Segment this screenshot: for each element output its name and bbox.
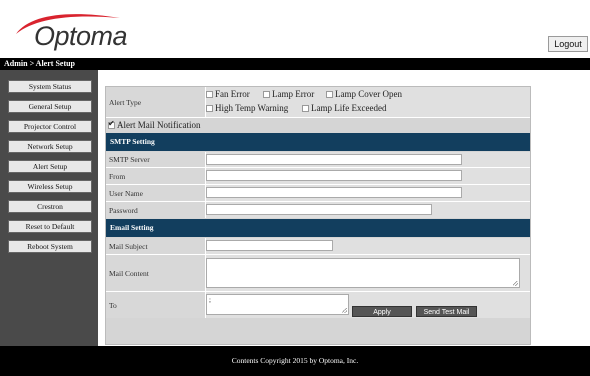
user-name-input[interactable]: [206, 187, 462, 198]
lamp-cover-open-option[interactable]: Lamp Cover Open: [326, 89, 402, 100]
mail-subject-label: Mail Subject: [106, 238, 206, 254]
header: Optoma Logout: [0, 0, 590, 58]
sidebar-item-network-setup[interactable]: Network Setup: [8, 140, 92, 153]
password-row: Password: [106, 202, 530, 218]
sidebar: System Status General Setup Projector Co…: [0, 70, 98, 346]
mail-subject-row: Mail Subject: [106, 238, 530, 254]
breadcrumb: Admin > Alert Setup: [4, 59, 76, 68]
smtp-server-input[interactable]: [206, 154, 462, 165]
smtp-setting-header: SMTP Setting: [106, 133, 530, 151]
fan-error-label: Fan Error: [215, 89, 250, 99]
user-name-label: User Name: [106, 185, 206, 201]
mail-content-label: Mail Content: [106, 255, 206, 291]
copyright-text: Contents Copyright 2015 by Optoma, Inc.: [231, 356, 359, 365]
mail-subject-input[interactable]: [206, 240, 333, 251]
send-test-mail-button[interactable]: Send Test Mail: [416, 306, 477, 317]
apply-button[interactable]: Apply: [352, 306, 412, 317]
mail-content-row: Mail Content: [106, 255, 530, 291]
logo-wordmark: Optoma: [34, 21, 128, 51]
alert-mail-notification-row: Alert Mail Notification: [106, 118, 530, 132]
password-label: Password: [106, 202, 206, 218]
alert-type-label: Alert Type: [106, 87, 206, 117]
main-content: Alert Type Fan Error Lamp Error Lamp Cov…: [98, 70, 590, 346]
logout-button[interactable]: Logout: [548, 36, 588, 52]
sidebar-item-reboot-system[interactable]: Reboot System: [8, 240, 92, 253]
fan-error-option[interactable]: Fan Error: [206, 89, 250, 100]
to-textarea[interactable]: ;: [206, 294, 349, 315]
high-temp-warning-checkbox[interactable]: [206, 104, 213, 112]
sidebar-item-system-status[interactable]: System Status: [8, 80, 92, 93]
sidebar-item-crestron[interactable]: Crestron: [8, 200, 92, 213]
smtp-server-row: SMTP Server: [106, 152, 530, 167]
footer: Contents Copyright 2015 by Optoma, Inc.: [0, 346, 590, 376]
lamp-life-exceeded-label: Lamp Life Exceeded: [311, 103, 387, 113]
sidebar-item-general-setup[interactable]: General Setup: [8, 100, 92, 113]
alert-mail-notification-option[interactable]: Alert Mail Notification: [108, 119, 201, 131]
alert-type-row: Alert Type Fan Error Lamp Error Lamp Cov…: [106, 87, 530, 117]
breadcrumb-bar: Admin > Alert Setup: [0, 58, 590, 70]
lamp-life-exceeded-checkbox[interactable]: [302, 104, 309, 112]
from-input[interactable]: [206, 170, 462, 181]
sidebar-item-alert-setup[interactable]: Alert Setup: [8, 160, 92, 173]
to-row: To ; Apply Send Test Mail: [106, 292, 530, 318]
sidebar-item-reset-to-default[interactable]: Reset to Default: [8, 220, 92, 233]
resize-grip-icon[interactable]: [513, 281, 518, 286]
lamp-error-checkbox[interactable]: [263, 90, 270, 98]
fan-error-checkbox[interactable]: [206, 90, 213, 98]
smtp-server-label: SMTP Server: [106, 152, 206, 167]
resize-grip-icon[interactable]: [342, 308, 347, 313]
from-label: From: [106, 168, 206, 184]
to-label: To: [106, 292, 206, 318]
sidebar-item-wireless-setup[interactable]: Wireless Setup: [8, 180, 92, 193]
alert-type-options: Fan Error Lamp Error Lamp Cover Open Hig…: [206, 87, 530, 117]
high-temp-warning-label: High Temp Warning: [215, 103, 289, 113]
lamp-error-option[interactable]: Lamp Error: [263, 89, 314, 100]
password-input[interactable]: [206, 204, 432, 215]
lamp-error-label: Lamp Error: [272, 89, 315, 99]
lamp-cover-open-label: Lamp Cover Open: [335, 89, 402, 99]
mail-content-textarea[interactable]: [206, 258, 520, 288]
alert-mail-notification-label: Alert Mail Notification: [117, 120, 201, 130]
high-temp-warning-option[interactable]: High Temp Warning: [206, 103, 288, 114]
lamp-cover-open-checkbox[interactable]: [326, 90, 333, 98]
email-setting-header: Email Setting: [106, 219, 530, 237]
optoma-logo: Optoma: [10, 8, 128, 51]
user-name-row: User Name: [106, 185, 530, 201]
to-text: ;: [209, 296, 211, 304]
sidebar-item-projector-control[interactable]: Projector Control: [8, 120, 92, 133]
lamp-life-exceeded-option[interactable]: Lamp Life Exceeded: [302, 103, 386, 114]
alert-mail-notification-checkbox[interactable]: [108, 119, 115, 129]
alert-setup-panel: Alert Type Fan Error Lamp Error Lamp Cov…: [105, 86, 531, 345]
from-row: From: [106, 168, 530, 184]
